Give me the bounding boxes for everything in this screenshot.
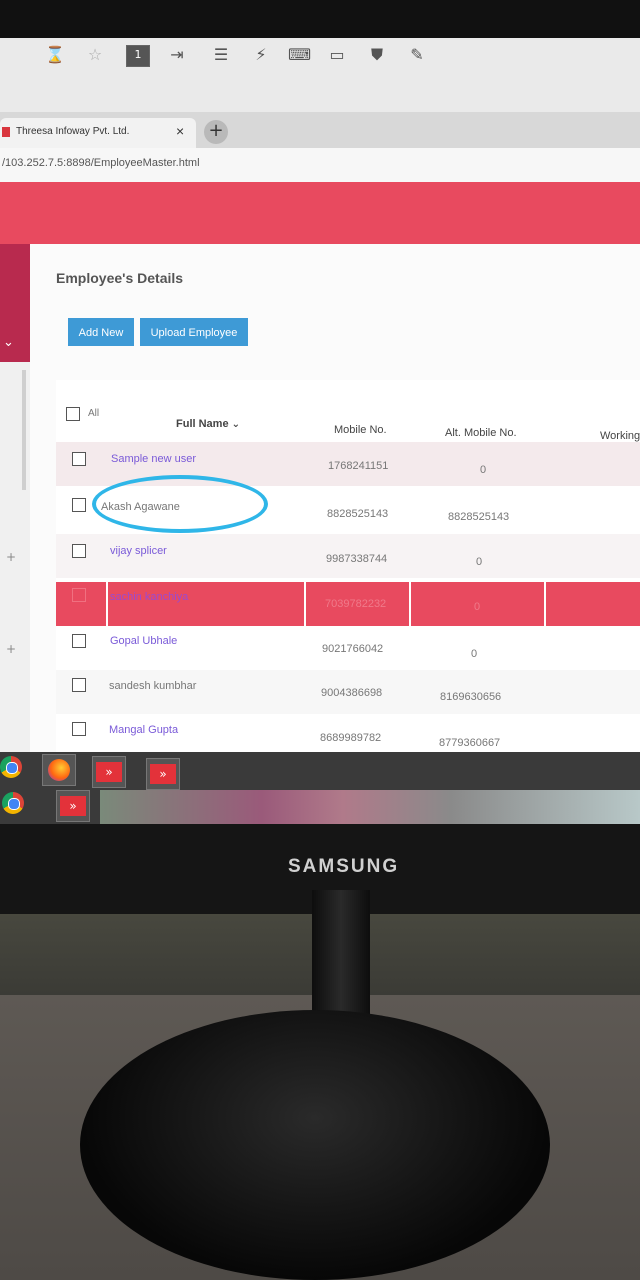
close-icon[interactable]: × <box>176 123 184 139</box>
keyboard-icon[interactable]: ⌨ <box>288 45 311 65</box>
row-checkbox[interactable] <box>72 634 86 648</box>
highlight-circle-annotation <box>92 475 268 533</box>
monitor-brand-logo: SAMSUNG <box>288 856 400 877</box>
alt-mobile-number: 8779360667 <box>439 737 501 749</box>
upload-employee-button[interactable]: Upload Employee <box>140 318 248 346</box>
table-row-selected[interactable]: sachin kanchiya 7039782232 0 <box>56 582 640 626</box>
lightning-icon[interactable]: ⚡ <box>250 45 272 65</box>
table-row[interactable]: vijay splicer 9987338744 0 <box>56 534 640 578</box>
anydesk-icon: » <box>150 764 176 784</box>
comment-icon[interactable]: ☰ <box>210 45 232 65</box>
chrome-icon[interactable] <box>0 756 22 778</box>
star-icon[interactable]: ☆ <box>84 45 106 65</box>
chrome-icon[interactable] <box>2 792 24 814</box>
table-row[interactable]: sandesh kumbhar 9004386698 8169630656 <box>56 670 640 714</box>
favicon-icon <box>2 127 10 137</box>
mobile-number: 9004386698 <box>321 687 383 699</box>
employee-name[interactable]: Gopal Ubhale <box>110 635 177 647</box>
page-export-icon[interactable]: ⇥ <box>166 45 188 65</box>
row-checkbox[interactable] <box>72 452 86 466</box>
column-header-full-name[interactable]: Full Name ⌄ <box>176 418 240 430</box>
column-header-working[interactable]: Working <box>600 430 640 442</box>
employee-name[interactable]: sandesh kumbhar <box>109 680 196 692</box>
employee-name[interactable]: vijay splicer <box>110 545 167 557</box>
taskbar-button-firefox[interactable] <box>42 754 76 786</box>
column-divider <box>106 582 108 626</box>
row-checkbox[interactable] <box>72 678 86 692</box>
monitor-stand-base <box>80 1010 550 1280</box>
shield-icon[interactable]: ⛊ <box>366 45 388 65</box>
add-new-button[interactable]: Add New <box>68 318 134 346</box>
pen-icon[interactable]: ✎ <box>406 45 428 65</box>
mobile-number: 1768241151 <box>328 460 389 472</box>
tab-title: Threesa Infoway Pvt. Ltd. <box>16 126 130 137</box>
desktop-wallpaper <box>100 790 640 826</box>
alt-mobile-number: 8828525143 <box>448 511 510 523</box>
select-all-label: All <box>88 408 100 419</box>
alt-mobile-number: 8169630656 <box>440 691 502 703</box>
employee-name[interactable]: sachin kanchiya <box>110 591 188 603</box>
mobile-number: 8828525143 <box>327 508 389 520</box>
new-tab-button[interactable]: + <box>204 120 228 144</box>
anydesk-icon: » <box>60 796 86 816</box>
expand-plus-icon[interactable]: + <box>6 550 16 564</box>
taskbar-button-anydesk-2[interactable]: » <box>146 758 180 790</box>
row-checkbox[interactable] <box>72 722 86 736</box>
monitor-top-bezel <box>0 0 640 42</box>
hourglass-icon[interactable]: ⌛ <box>44 45 66 65</box>
employee-name[interactable]: Sample new user <box>111 453 196 465</box>
employee-name[interactable]: Mangal Gupta <box>109 724 178 736</box>
row-checkbox[interactable] <box>72 498 86 512</box>
column-header-mobile[interactable]: Mobile No. <box>334 424 387 436</box>
monitor-icon[interactable]: ▭ <box>326 45 348 65</box>
taskbar-button-anydesk[interactable]: » <box>92 756 126 788</box>
alt-mobile-number: 0 <box>480 464 487 476</box>
select-all-checkbox[interactable] <box>66 407 80 421</box>
row-checkbox[interactable] <box>72 588 86 602</box>
alt-mobile-number: 0 <box>474 601 481 613</box>
column-divider <box>304 582 306 626</box>
column-divider <box>544 582 546 626</box>
table-row[interactable]: Mangal Gupta 8689989782 8779360667 <box>56 714 640 752</box>
counter-badge[interactable]: 1 <box>126 45 150 67</box>
monitor-stand-neck <box>312 890 370 1030</box>
mobile-number: 9987338744 <box>326 553 388 565</box>
column-divider <box>409 582 411 626</box>
firefox-icon <box>48 759 70 781</box>
chevron-down-icon[interactable]: ⌄ <box>3 335 14 350</box>
anydesk-icon: » <box>96 762 122 782</box>
mobile-number: 9021766042 <box>322 643 384 655</box>
alt-mobile-number: 0 <box>476 556 483 568</box>
tab-threesa[interactable]: Threesa Infoway Pvt. Ltd. × <box>0 118 196 148</box>
sidebar-scrollbar[interactable] <box>22 370 26 490</box>
taskbar-button-anydesk-3[interactable]: » <box>56 790 90 822</box>
alt-mobile-number: 0 <box>471 648 478 660</box>
column-header-alt-mobile[interactable]: Alt. Mobile No. <box>445 427 517 439</box>
page-title: Employee's Details <box>56 270 184 286</box>
mobile-number: 8689989782 <box>320 732 382 744</box>
chevron-down-icon: ⌄ <box>231 419 241 430</box>
mobile-number: 7039782232 <box>325 598 387 610</box>
expand-plus-icon[interactable]: + <box>6 642 16 656</box>
url-text[interactable]: /103.252.7.5:8898/EmployeeMaster.html <box>2 157 200 169</box>
table-row[interactable]: Gopal Ubhale 9021766042 0 <box>56 626 640 670</box>
row-checkbox[interactable] <box>72 544 86 558</box>
